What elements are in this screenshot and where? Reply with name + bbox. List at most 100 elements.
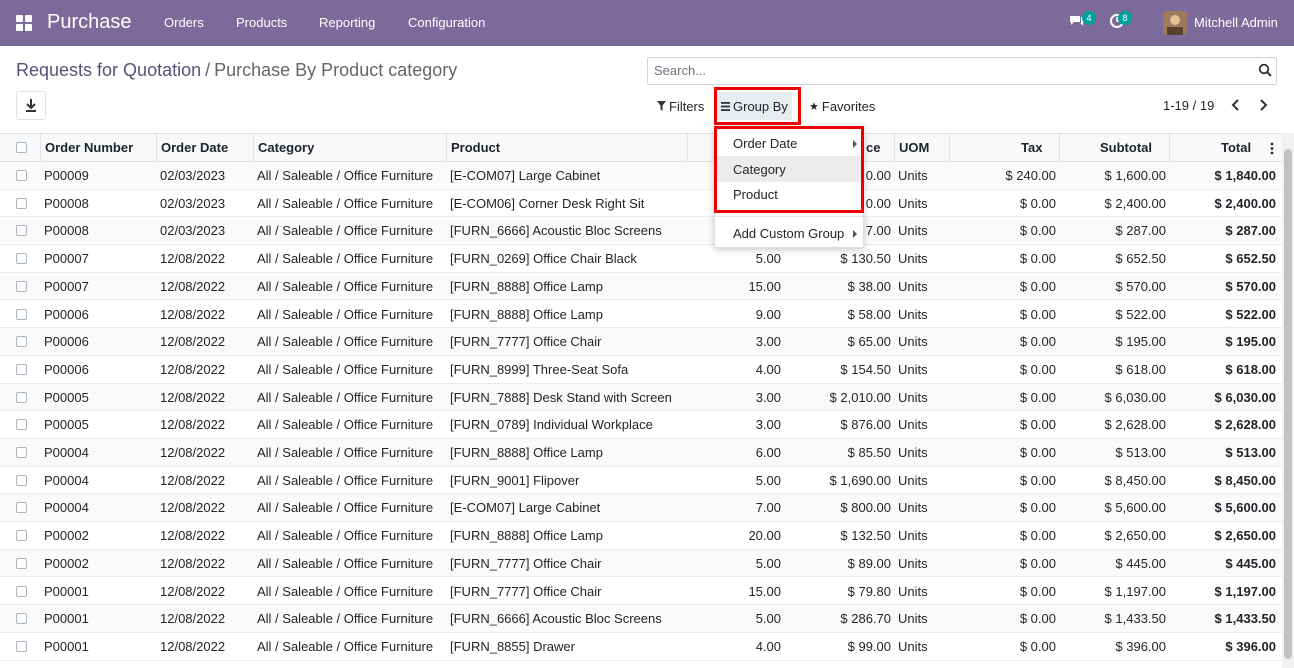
search-bar[interactable]: [647, 57, 1277, 85]
row-checkbox[interactable]: [16, 308, 27, 320]
cell-subtotal: $ 2,650.00: [1104, 528, 1166, 544]
cell-subtotal: $ 513.00: [1115, 445, 1166, 460]
pager-value[interactable]: 1-19 / 19: [1163, 98, 1214, 113]
cell-subtotal: $ 287.00: [1115, 223, 1166, 239]
row-checkbox[interactable]: [16, 585, 27, 597]
row-checkbox[interactable]: [16, 336, 27, 348]
download-button[interactable]: [16, 91, 46, 120]
add-custom-group[interactable]: Add Custom Group: [715, 220, 863, 246]
messages-button[interactable]: 4: [1069, 11, 1096, 32]
menu-configuration[interactable]: Configuration: [408, 15, 485, 30]
table-row[interactable]: P00004 12/08/2022 All / Saleable / Office …: [0, 467, 1282, 495]
cell-uom: Units: [898, 638, 928, 654]
table-row[interactable]: P00009 02/03/2023 All / Saleable / Office …: [0, 162, 1282, 190]
table-row[interactable]: P00004 12/08/2022 All / Saleable / Office …: [0, 439, 1282, 467]
table-row[interactable]: P00007 12/08/2022 All / Saleable / Office …: [0, 272, 1282, 301]
cell-order-date: 12/08/2022: [160, 417, 226, 433]
cell-category: All / Saleable / Office Furniture: [257, 611, 434, 627]
header-subtotal[interactable]: Subtotal: [1100, 140, 1152, 155]
cell-category: All / Saleable / Office Furniture: [257, 306, 434, 322]
search-input[interactable]: [654, 63, 1244, 78]
scrollbar-thumb[interactable]: [1284, 149, 1292, 659]
table-row[interactable]: P00001 12/08/2022 All / Saleable / Office …: [0, 578, 1282, 606]
header-total[interactable]: Total: [1221, 140, 1251, 155]
table-row[interactable]: P00005 12/08/2022 All / Saleable / Office …: [0, 383, 1282, 412]
cell-product: [FURN_8855] Drawer: [450, 638, 575, 654]
avatar[interactable]: [1163, 11, 1187, 35]
optional-columns-icon[interactable]: [1270, 142, 1274, 155]
user-name[interactable]: Mitchell Admin: [1194, 15, 1278, 30]
table-row[interactable]: P00002 12/08/2022 All / Saleable / Office …: [0, 549, 1282, 578]
cell-subtotal: $ 8,450.00: [1104, 472, 1166, 488]
row-checkbox[interactable]: [16, 225, 27, 237]
cell-total: $ 2,628.00: [1214, 417, 1276, 433]
group-by-highlight: [714, 87, 801, 125]
header-category[interactable]: Category: [258, 140, 314, 155]
cell-uom: Units: [898, 472, 928, 488]
header-uom[interactable]: UOM: [899, 140, 929, 155]
table-row[interactable]: P00002 12/08/2022 All / Saleable / Office …: [0, 522, 1282, 550]
row-checkbox[interactable]: [16, 474, 27, 486]
table-row[interactable]: P00006 12/08/2022 All / Saleable / Office …: [0, 328, 1282, 356]
cell-product: [FURN_8888] Office Lamp: [450, 528, 603, 544]
cell-product: [FURN_6666] Acoustic Bloc Screens: [450, 611, 662, 627]
cell-category: All / Saleable / Office Furniture: [257, 223, 434, 239]
table-row[interactable]: P00006 12/08/2022 All / Saleable / Office …: [0, 356, 1282, 384]
cell-order-number: P00005: [44, 417, 89, 433]
activities-button[interactable]: 8: [1109, 11, 1132, 32]
row-checkbox[interactable]: [16, 530, 27, 542]
cell-subtotal: $ 570.00: [1115, 278, 1166, 294]
row-checkbox[interactable]: [16, 447, 27, 458]
table-row[interactable]: P00006 12/08/2022 All / Saleable / Office …: [0, 301, 1282, 329]
cell-unit-price: $ 58.00: [847, 306, 891, 322]
cell-tax: $ 0.00: [1019, 472, 1056, 488]
table-row[interactable]: P00001 12/08/2022 All / Saleable / Office …: [0, 605, 1282, 633]
row-checkbox[interactable]: [16, 391, 27, 403]
row-checkbox[interactable]: [16, 253, 27, 265]
select-all-checkbox[interactable]: [16, 142, 27, 153]
row-checkbox[interactable]: [16, 613, 27, 625]
favorites-button[interactable]: ★ Favorites: [809, 92, 875, 120]
table-row[interactable]: P00001 12/08/2022 All / Saleable / Office …: [0, 633, 1282, 661]
breadcrumb-parent[interactable]: Requests for Quotation: [16, 60, 201, 80]
app-menu-icon[interactable]: [16, 15, 32, 31]
table-row[interactable]: P00004 12/08/2022 All / Saleable / Office …: [0, 494, 1282, 523]
table-row[interactable]: P00007 12/08/2022 All / Saleable / Office …: [0, 245, 1282, 273]
cell-subtotal: $ 618.00: [1115, 361, 1166, 377]
header-unit-price[interactable]: ce: [866, 140, 880, 155]
scrollbar[interactable]: [1282, 133, 1294, 668]
table-row[interactable]: P00005 12/08/2022 All / Saleable / Office …: [0, 411, 1282, 439]
row-checkbox[interactable]: [16, 502, 27, 514]
pager-next-button[interactable]: [1256, 97, 1270, 113]
cell-order-number: P00002: [44, 555, 89, 571]
search-icon[interactable]: [1258, 63, 1272, 77]
cell-quantity: 5.00: [755, 555, 781, 571]
cell-tax: $ 0.00: [1019, 334, 1056, 350]
cell-quantity: 4.00: [755, 361, 781, 377]
cell-product: [FURN_7888] Desk Stand with Screen: [450, 389, 672, 405]
header-order-date[interactable]: Order Date: [161, 140, 228, 155]
app-name[interactable]: Purchase: [47, 11, 132, 34]
filters-button[interactable]: Filters: [657, 92, 704, 120]
row-checkbox[interactable]: [16, 197, 27, 209]
header-tax[interactable]: Tax: [1021, 140, 1042, 155]
table-row[interactable]: P00008 02/03/2023 All / Saleable / Office …: [0, 217, 1282, 246]
pager-prev-button[interactable]: [1229, 97, 1243, 113]
cell-subtotal: $ 396.00: [1115, 638, 1166, 654]
row-checkbox[interactable]: [16, 419, 27, 431]
table-row[interactable]: P00008 02/03/2023 All / Saleable / Office …: [0, 190, 1282, 218]
cell-product: [E-COM07] Large Cabinet: [450, 500, 601, 516]
header-product[interactable]: Product: [451, 140, 500, 155]
row-checkbox[interactable]: [16, 557, 27, 569]
row-checkbox[interactable]: [16, 363, 27, 375]
menu-products[interactable]: Products: [236, 15, 287, 30]
cell-uom: Units: [898, 417, 928, 433]
cell-tax: $ 0.00: [1019, 638, 1056, 654]
row-checkbox[interactable]: [16, 170, 27, 181]
menu-reporting[interactable]: Reporting: [319, 15, 375, 30]
cell-unit-price: $ 85.50: [847, 445, 891, 460]
header-order-number[interactable]: Order Number: [45, 140, 133, 155]
menu-orders[interactable]: Orders: [164, 15, 204, 30]
row-checkbox[interactable]: [16, 640, 27, 652]
row-checkbox[interactable]: [16, 280, 27, 292]
